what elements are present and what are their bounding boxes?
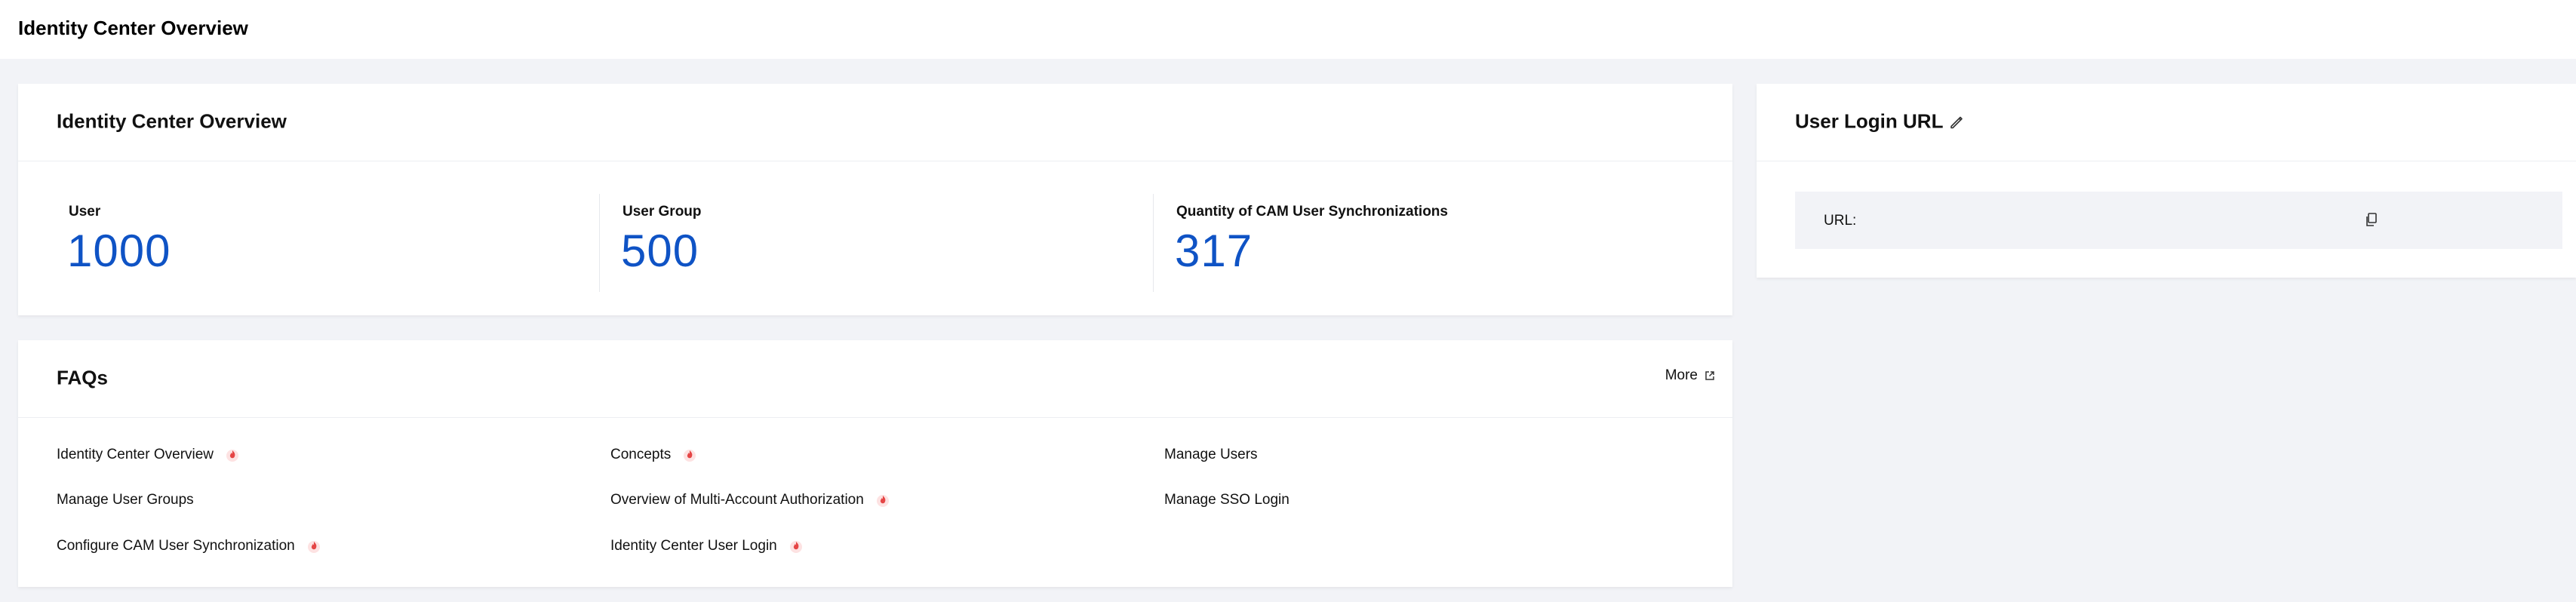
more-label: More	[1665, 367, 1698, 383]
faq-item-identity-center-user-login[interactable]: Identity Center User Login	[610, 538, 803, 554]
faq-link-label: Overview of Multi-Account Authorization	[610, 492, 864, 508]
stat-value[interactable]: 317	[1175, 225, 1253, 277]
faqs-title: FAQs	[57, 366, 108, 389]
faq-item-configure-cam-sync[interactable]: Configure CAM User Synchronization	[57, 538, 321, 554]
faq-link-label: Manage SSO Login	[1164, 492, 1290, 508]
url-field[interactable]: URL:	[1795, 192, 2562, 249]
faq-link-label: Identity Center Overview	[57, 447, 214, 462]
stat-cam-sync: Quantity of CAM User Synchronizations 31…	[1126, 161, 1729, 315]
faqs-card: FAQs More Identity Center Overview Conce…	[18, 340, 1732, 587]
faq-item-manage-users[interactable]: Manage Users	[1164, 447, 1258, 463]
faq-link-label: Identity Center User Login	[610, 538, 777, 554]
hot-icon	[684, 450, 696, 462]
faq-link-label: Manage Users	[1164, 447, 1258, 462]
overview-card-header: Identity Center Overview	[18, 84, 1732, 161]
edit-icon[interactable]	[1948, 114, 1965, 131]
faq-link-label: Concepts	[610, 447, 672, 462]
url-label: URL:	[1824, 213, 1857, 229]
stat-user: User 1000	[18, 161, 599, 315]
hot-icon	[307, 541, 320, 553]
copy-icon[interactable]	[2364, 212, 2379, 229]
more-link[interactable]: More	[1665, 367, 1716, 384]
stat-value[interactable]: 1000	[67, 225, 171, 277]
faq-item-manage-user-groups[interactable]: Manage User Groups	[57, 492, 194, 508]
stat-label: User Group	[622, 204, 702, 220]
overview-card-title: Identity Center Overview	[57, 109, 287, 133]
faq-item-multi-account-authorization[interactable]: Overview of Multi-Account Authorization	[610, 492, 890, 508]
faqs-card-header: FAQs More	[18, 340, 1732, 418]
overview-card: Identity Center Overview User 1000 User …	[18, 84, 1732, 315]
faq-item-concepts[interactable]: Concepts	[610, 447, 696, 463]
hot-icon	[876, 495, 889, 507]
faq-link-label: Manage User Groups	[57, 492, 194, 508]
stat-user-group: User Group 500	[572, 161, 1153, 315]
stat-label: Quantity of CAM User Synchronizations	[1176, 204, 1448, 220]
page-title: Identity Center Overview	[18, 17, 248, 39]
login-url-title: User Login URL	[1795, 109, 1944, 133]
faq-link-label: Configure CAM User Synchronization	[57, 538, 295, 554]
hot-icon	[789, 541, 802, 553]
login-url-card-header: User Login URL	[1757, 84, 2576, 161]
hot-icon	[226, 450, 239, 462]
top-header: Identity Center Overview	[0, 0, 2576, 59]
login-url-card: User Login URL URL:	[1757, 84, 2576, 278]
stat-label: User	[69, 204, 101, 220]
external-link-icon	[1705, 371, 1714, 380]
faq-item-identity-center-overview[interactable]: Identity Center Overview	[57, 447, 239, 463]
faq-item-manage-sso-login[interactable]: Manage SSO Login	[1164, 492, 1290, 508]
stat-value[interactable]: 500	[621, 225, 699, 277]
